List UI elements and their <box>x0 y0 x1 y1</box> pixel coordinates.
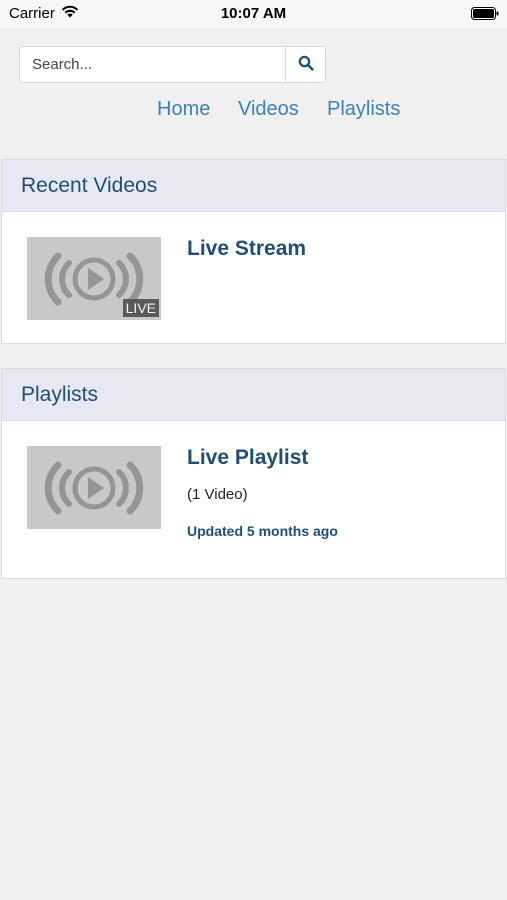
recent-videos-panel: Recent Videos LIVE Live Stream <box>1 159 506 344</box>
playlist-updated-time: Updated 5 months ago <box>187 523 338 539</box>
search-button[interactable] <box>285 47 325 82</box>
playlist-video-count: (1 Video) <box>187 486 248 503</box>
status-bar: Carrier 10:07 AM <box>0 0 507 28</box>
playlist-title[interactable]: Live Playlist <box>187 446 308 470</box>
nav-playlists-link[interactable]: Playlists <box>327 98 400 121</box>
main-nav: Home Videos Playlists <box>0 98 507 124</box>
playlist-thumbnail[interactable] <box>27 446 161 529</box>
live-badge: LIVE <box>122 299 159 317</box>
live-stream-icon <box>44 461 144 515</box>
search-bar <box>19 46 326 83</box>
video-title[interactable]: Live Stream <box>187 237 306 261</box>
clock: 10:07 AM <box>220 5 287 22</box>
playlists-header: Playlists <box>2 369 505 421</box>
nav-videos-link[interactable]: Videos <box>238 98 299 121</box>
playlists-panel: Playlists Live Playlist (1 Video) Update… <box>1 368 506 579</box>
search-input[interactable] <box>20 47 285 82</box>
recent-videos-header: Recent Videos <box>2 160 505 212</box>
video-thumbnail[interactable]: LIVE <box>27 237 161 320</box>
nav-home-link[interactable]: Home <box>157 98 210 121</box>
search-icon <box>298 55 314 74</box>
battery-icon <box>471 7 499 24</box>
